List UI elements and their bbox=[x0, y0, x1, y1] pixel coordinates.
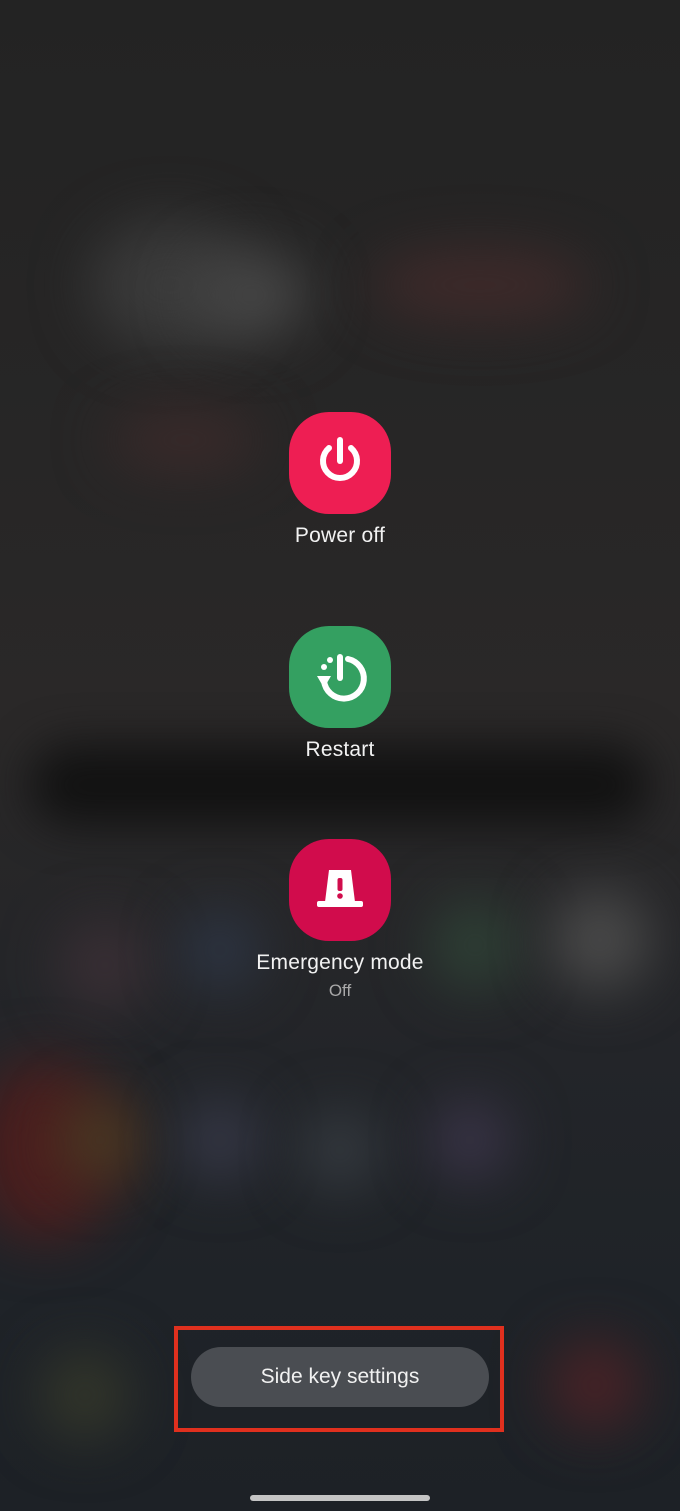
emergency-mode-button[interactable] bbox=[289, 839, 391, 941]
power-off-option: Power off bbox=[0, 412, 680, 548]
restart-button[interactable] bbox=[289, 626, 391, 728]
side-key-settings-button[interactable]: Side key settings bbox=[191, 1347, 489, 1407]
emergency-mode-label: Emergency mode bbox=[256, 951, 424, 974]
home-indicator[interactable] bbox=[250, 1495, 430, 1501]
emergency-light-icon bbox=[310, 858, 370, 923]
restart-label: Restart bbox=[305, 738, 375, 761]
power-icon bbox=[311, 432, 369, 495]
emergency-mode-option: Emergency mode Off bbox=[0, 839, 680, 1001]
power-off-button[interactable] bbox=[289, 412, 391, 514]
emergency-mode-status: Off bbox=[328, 981, 352, 1000]
power-menu-screen: Power off Restart Emergency mode Off Sid… bbox=[0, 0, 680, 1511]
restart-option: Restart bbox=[0, 626, 680, 762]
restart-icon bbox=[310, 645, 370, 710]
power-off-label: Power off bbox=[294, 524, 386, 547]
side-key-settings-label: Side key settings bbox=[260, 1365, 420, 1388]
